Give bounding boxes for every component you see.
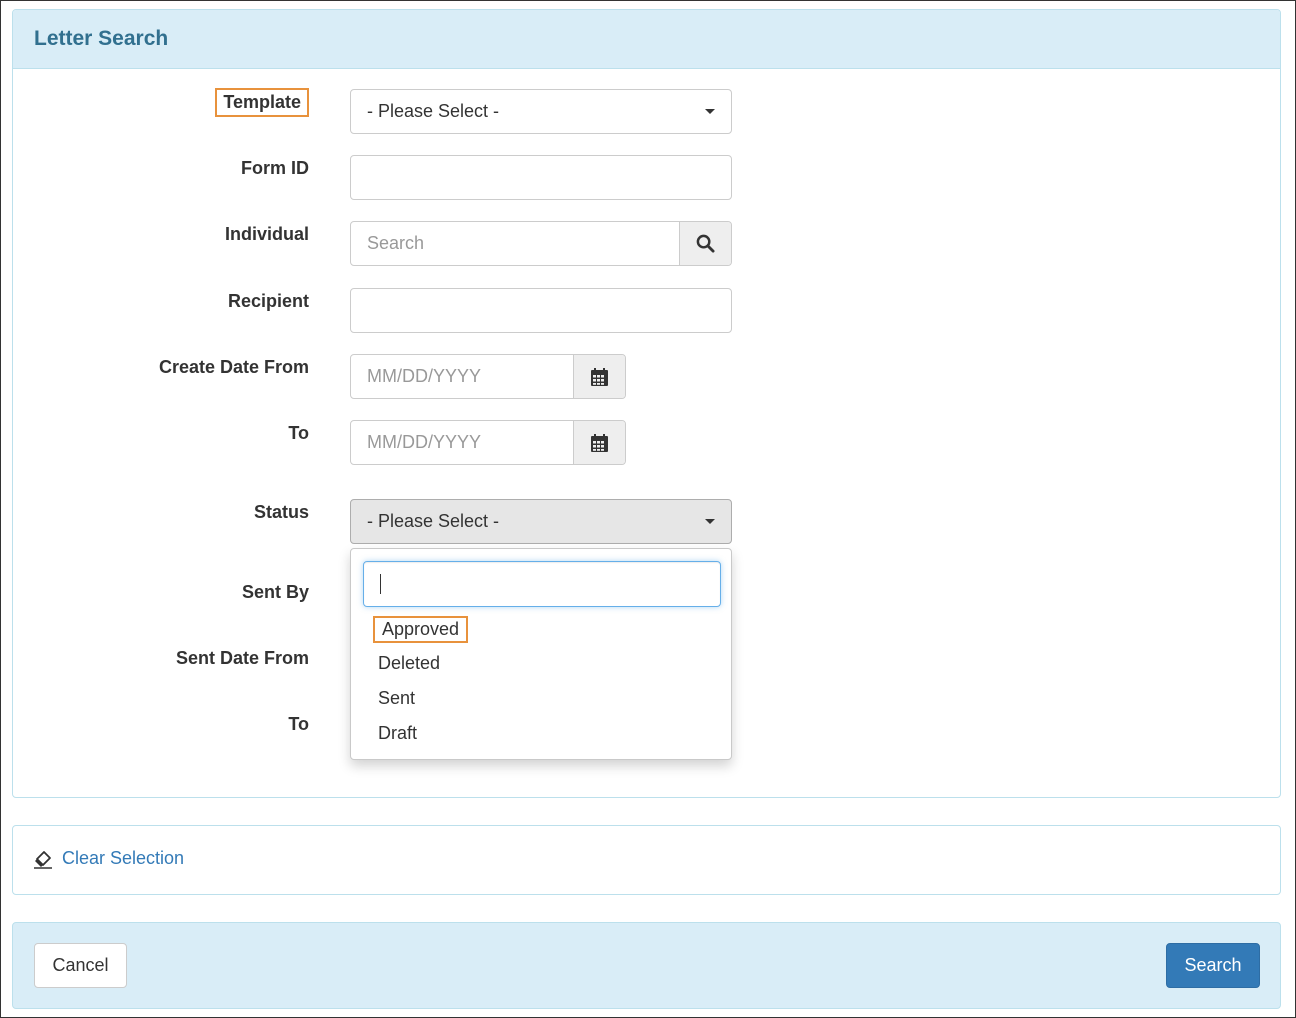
status-option-draft[interactable]: Draft: [378, 723, 417, 744]
search-icon: [696, 234, 715, 253]
create-date-from-calendar-button[interactable]: [573, 355, 625, 398]
template-label-text: Template: [215, 88, 309, 117]
create-date-to-group: MM/DD/YYYY: [350, 420, 626, 465]
status-option-sent[interactable]: Sent: [378, 688, 415, 709]
status-label: Status: [0, 502, 310, 523]
form-id-input[interactable]: [350, 155, 732, 200]
status-select-value: - Please Select -: [367, 511, 500, 531]
individual-label-text: Individual: [224, 224, 309, 244]
calendar-icon: [591, 367, 608, 386]
status-select[interactable]: - Please Select -: [350, 499, 732, 544]
form-id-label-text: Form ID: [240, 158, 309, 178]
panel-title: Letter Search: [34, 27, 169, 50]
create-date-from-label: Create Date From: [0, 357, 310, 378]
create-date-from-placeholder: MM/DD/YYYY: [367, 366, 482, 386]
sent-date-from-label: Sent Date From: [0, 648, 310, 669]
clear-selection-panel: Clear Selection: [12, 825, 1281, 895]
sent-date-from-label-text: Sent Date From: [175, 648, 309, 668]
create-date-to-label: To: [0, 423, 310, 444]
template-select[interactable]: - Please Select -: [350, 89, 732, 134]
create-date-from-input[interactable]: MM/DD/YYYY: [351, 355, 573, 398]
status-dropdown-search-input[interactable]: [363, 561, 721, 607]
status-option-approved[interactable]: Approved: [373, 616, 469, 643]
panel-heading: Letter Search: [13, 10, 1280, 69]
sent-date-to-label: To: [0, 714, 310, 735]
eraser-icon: [34, 850, 52, 869]
template-label: Template: [0, 88, 310, 117]
text-cursor: [380, 574, 381, 594]
sent-by-label: Sent By: [0, 582, 310, 603]
cancel-button[interactable]: Cancel: [34, 943, 127, 988]
individual-search-placeholder: Search: [367, 233, 425, 253]
form-id-label: Form ID: [0, 158, 310, 179]
sent-by-label-text: Sent By: [241, 582, 309, 602]
individual-search-group: Search: [350, 221, 732, 266]
sent-date-to-label-text: To: [288, 714, 309, 734]
clear-selection-link[interactable]: Clear Selection: [33, 848, 184, 869]
create-date-from-label-text: Create Date From: [158, 357, 309, 377]
status-dropdown-menu: Approved Deleted Sent Draft: [350, 548, 732, 760]
create-date-to-calendar-button[interactable]: [573, 421, 625, 464]
search-button[interactable]: Search: [1166, 943, 1260, 988]
recipient-input[interactable]: [350, 288, 732, 333]
individual-search-button[interactable]: [679, 222, 731, 265]
form-footer: Cancel Search: [12, 922, 1281, 1009]
template-select-value: - Please Select -: [367, 101, 500, 121]
create-date-from-group: MM/DD/YYYY: [350, 354, 626, 399]
status-label-text: Status: [253, 502, 309, 522]
individual-search-input[interactable]: Search: [351, 222, 679, 265]
status-option-deleted[interactable]: Deleted: [378, 653, 440, 674]
recipient-label-text: Recipient: [227, 291, 309, 311]
chevron-down-icon: [705, 519, 715, 524]
create-date-to-placeholder: MM/DD/YYYY: [367, 432, 482, 452]
individual-label: Individual: [0, 224, 310, 245]
create-date-to-input[interactable]: MM/DD/YYYY: [351, 421, 573, 464]
create-date-to-label-text: To: [288, 423, 309, 443]
calendar-icon: [591, 433, 608, 452]
clear-selection-label: Clear Selection: [62, 848, 185, 868]
recipient-label: Recipient: [0, 291, 310, 312]
chevron-down-icon: [705, 109, 715, 114]
